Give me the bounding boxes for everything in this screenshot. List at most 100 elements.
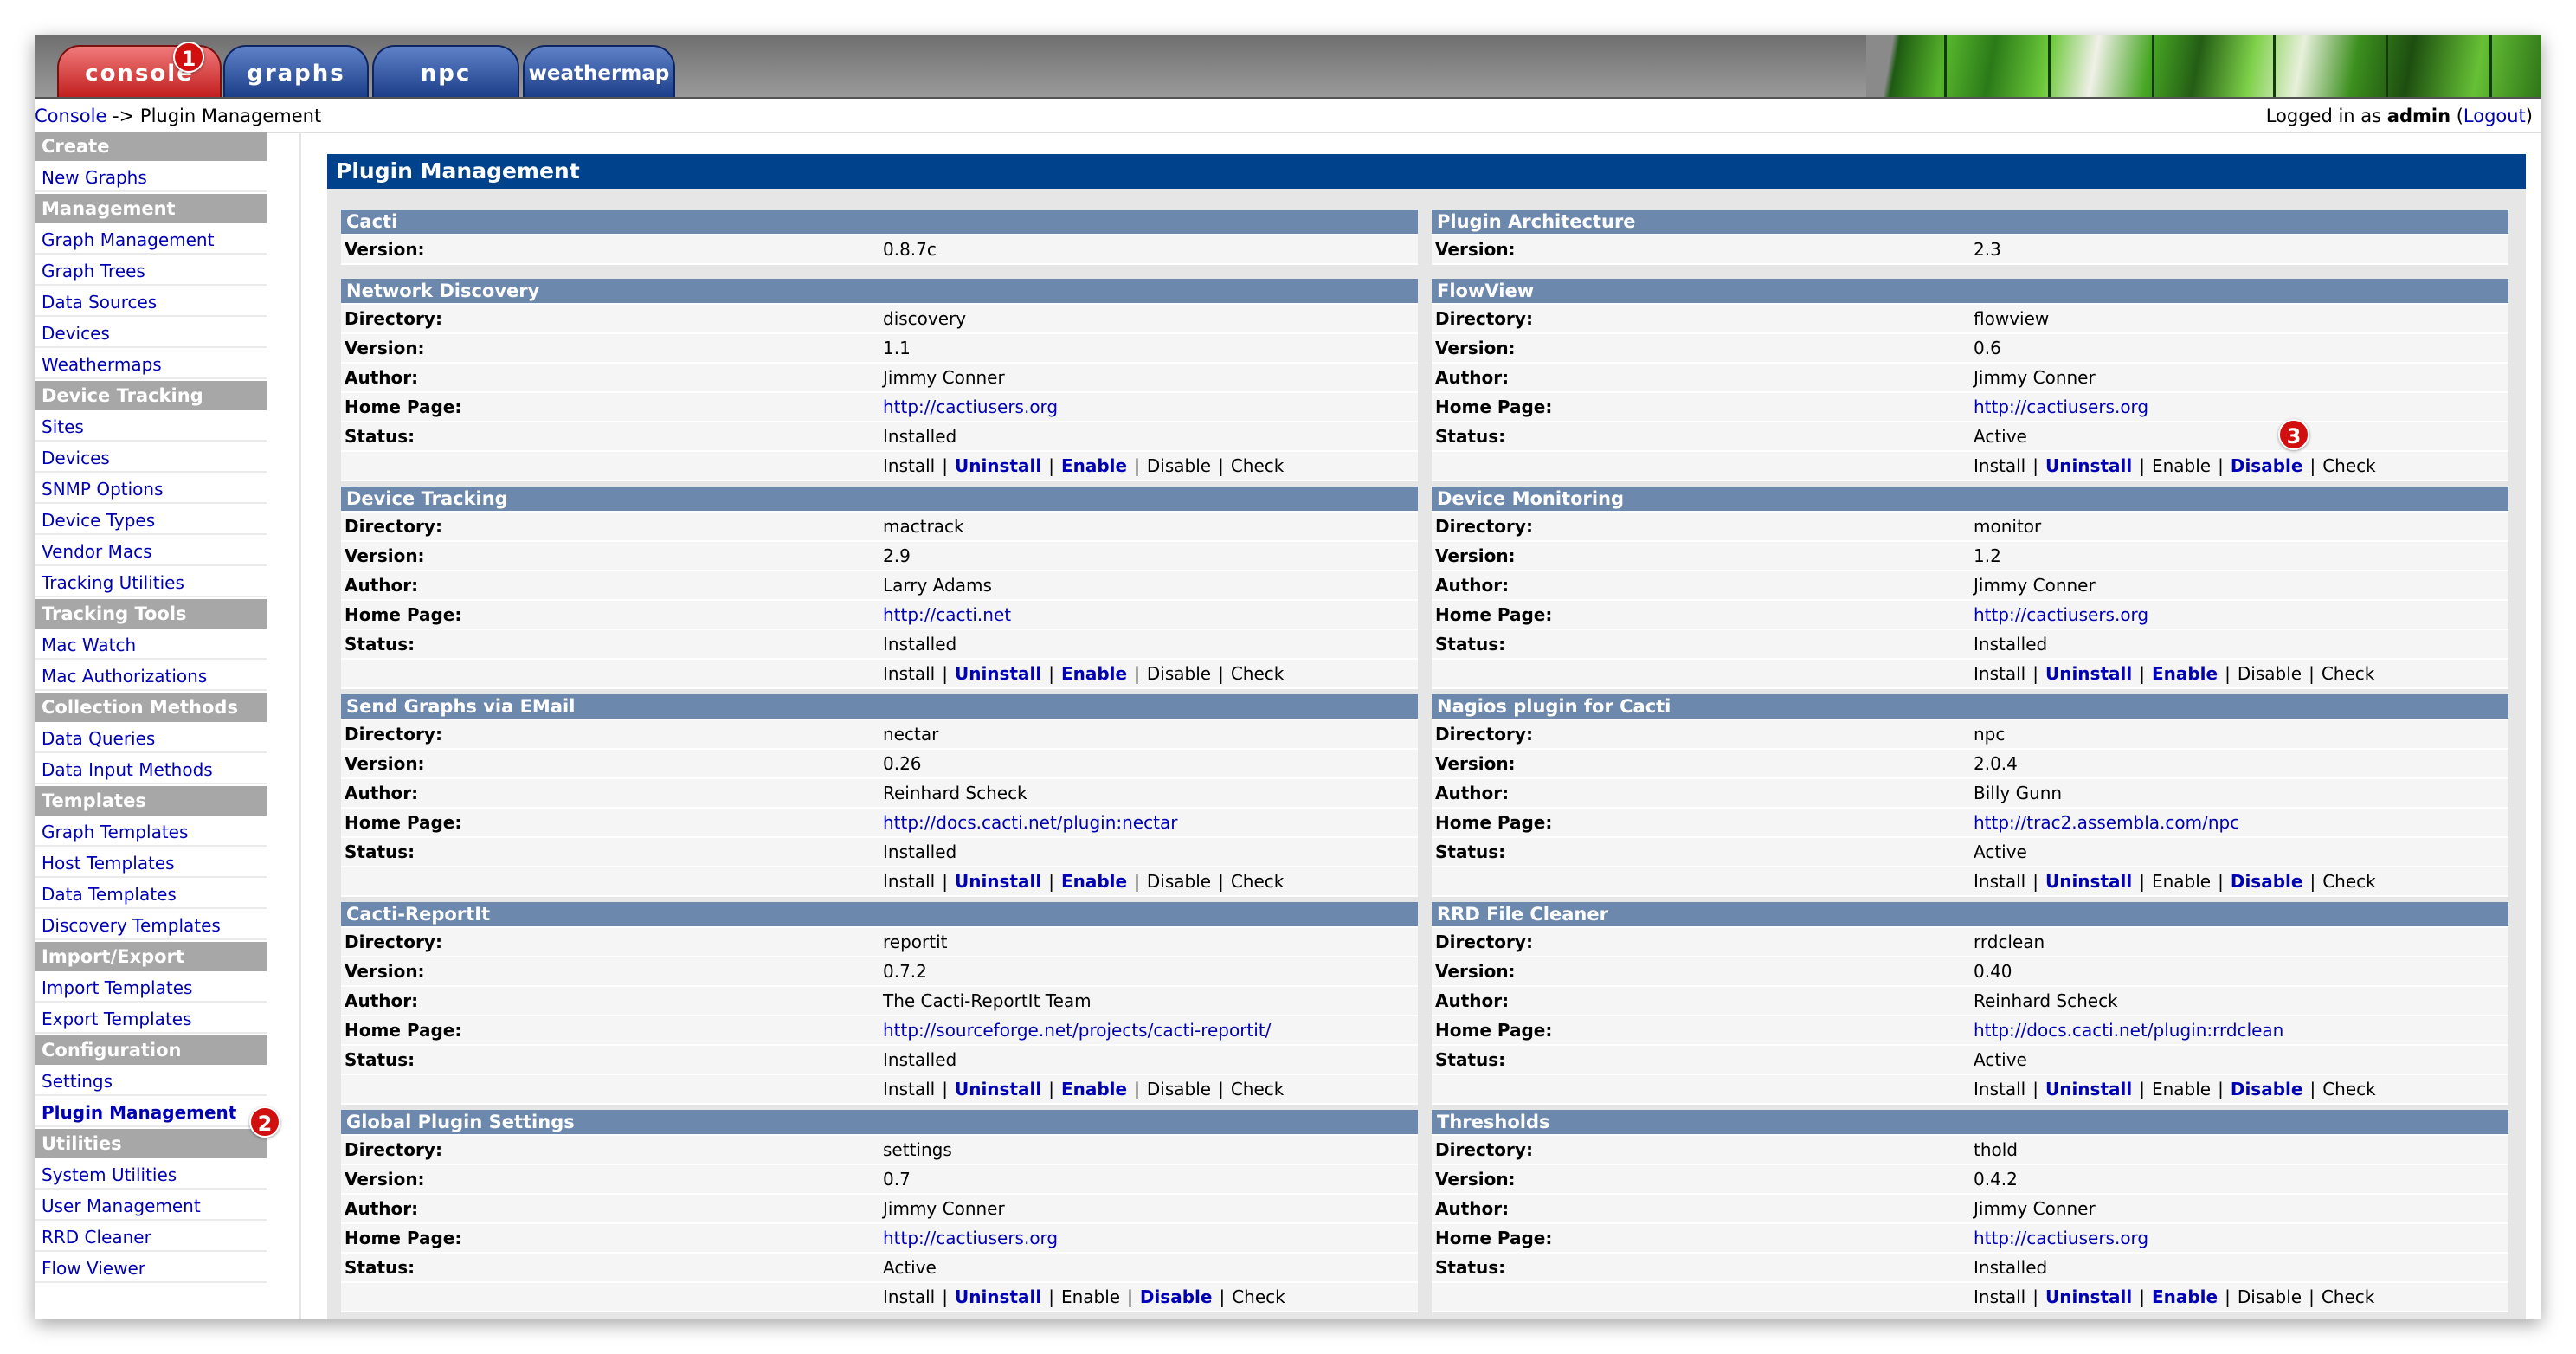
sidebar-item-settings[interactable]: Settings	[35, 1067, 267, 1096]
enable-link[interactable]: Enable	[2152, 663, 2218, 684]
action-separator: |	[2309, 455, 2316, 476]
sidebar-item-user-management[interactable]: User Management	[35, 1191, 267, 1221]
uninstall-link[interactable]: Uninstall	[2045, 1286, 2132, 1307]
disable-link[interactable]: Disable	[2231, 1079, 2303, 1099]
enable-link[interactable]: Enable	[1061, 663, 1127, 684]
homepage-link[interactable]: http://docs.cacti.net/plugin:nectar	[883, 809, 1177, 836]
plugin-actions: Install | Uninstall | Enable | Disable | Check	[883, 867, 1284, 895]
homepage-link[interactable]: http://cactiusers.org	[883, 1224, 1058, 1252]
detail-row: Status: Installed	[341, 630, 1418, 660]
sidebar-item-import-templates[interactable]: Import Templates	[35, 973, 267, 1003]
author-value: Larry Adams	[883, 575, 992, 596]
homepage-link[interactable]: http://cactiusers.org	[1974, 1224, 2148, 1252]
sidebar-item-devices[interactable]: Devices	[35, 319, 267, 348]
homepage-link[interactable]: http://cactiusers.org	[1974, 393, 2148, 421]
sidebar-item-data-queries[interactable]: Data Queries	[35, 724, 267, 753]
plugin-actions: Install | Uninstall | Enable | Disable | Check	[883, 660, 1284, 687]
homepage-link[interactable]: http://trac2.assembla.com/npc	[1974, 809, 2239, 836]
sidebar-item-plugin-management[interactable]: Plugin Management	[35, 1098, 267, 1127]
enable-text: Enable	[1060, 1286, 1121, 1307]
sidebar-item-tracking-utilities[interactable]: Tracking Utilities	[35, 568, 267, 597]
sidebar-item-weathermaps[interactable]: Weathermaps	[35, 350, 267, 379]
uninstall-link[interactable]: Uninstall	[955, 1079, 1041, 1099]
sidebar-item-export-templates[interactable]: Export Templates	[35, 1004, 267, 1034]
action-separator: |	[1134, 455, 1140, 476]
breadcrumb-current: Plugin Management	[139, 106, 322, 126]
uninstall-link[interactable]: Uninstall	[955, 455, 1041, 476]
uninstall-link[interactable]: Uninstall	[955, 1286, 1041, 1307]
tab-weathermap[interactable]: weathermap	[523, 45, 675, 97]
homepage-link[interactable]: http://cactiusers.org	[1974, 601, 2148, 629]
sidebar-header-collection-methods: Collection Methods	[35, 693, 267, 722]
enable-text: Enable	[2151, 1079, 2212, 1099]
disable-link[interactable]: Disable	[2231, 871, 2303, 892]
action-separator: |	[2218, 455, 2224, 476]
sidebar-header-configuration: Configuration	[35, 1035, 267, 1065]
detail-row: Author: Jimmy Conner	[1432, 1195, 2508, 1224]
sidebar-item-sites[interactable]: Sites	[35, 412, 267, 442]
sidebar-item-mac-authorizations[interactable]: Mac Authorizations	[35, 661, 267, 691]
enable-link[interactable]: Enable	[1061, 1079, 1127, 1099]
plugin-card-global-plugin-settings: Global Plugin Settings Directory: settings…	[341, 1110, 1418, 1312]
version-label: Version:	[1435, 753, 1516, 774]
sidebar-item-mac-watch[interactable]: Mac Watch	[35, 630, 267, 660]
author-value: The Cacti-ReportIt Team	[883, 990, 1092, 1011]
directory-value: mactrack	[883, 516, 964, 537]
version-label: Version:	[345, 545, 425, 566]
enable-link[interactable]: Enable	[1061, 871, 1127, 892]
homepage-link[interactable]: http://cacti.net	[883, 601, 1011, 629]
detail-row: Status: Installed	[341, 838, 1418, 867]
sidebar-item-host-templates[interactable]: Host Templates	[35, 848, 267, 878]
action-separator: |	[1048, 663, 1054, 684]
breadcrumb-console-link[interactable]: Console	[35, 106, 106, 126]
sidebar-item-vendor-macs[interactable]: Vendor Macs	[35, 537, 267, 566]
sidebar-item-system-utilities[interactable]: System Utilities	[35, 1160, 267, 1190]
sidebar-item-new-graphs[interactable]: New Graphs	[35, 163, 267, 192]
directory-label: Directory:	[345, 308, 442, 329]
tab-graphs[interactable]: graphs	[223, 45, 369, 97]
sidebar-item-data-input-methods[interactable]: Data Input Methods	[35, 755, 267, 784]
detail-row: Directory: settings	[341, 1136, 1418, 1165]
sidebar-item-device-types[interactable]: Device Types	[35, 506, 267, 535]
enable-link[interactable]: Enable	[1061, 455, 1127, 476]
sidebar-item-discovery-templates[interactable]: Discovery Templates	[35, 911, 267, 940]
detail-row: Author: Jimmy Conner	[1432, 364, 2508, 393]
plugin-actions: Install | Uninstall | Enable | Disable | Check	[1974, 452, 2376, 480]
tab-npc[interactable]: npc	[372, 45, 519, 97]
directory-value: thold	[1974, 1139, 2019, 1160]
sidebar-item-graph-management[interactable]: Graph Management	[35, 225, 267, 255]
version-value: 1.1	[883, 338, 911, 358]
card-title: Plugin Architecture	[1432, 210, 2508, 235]
homepage-link[interactable]: http://docs.cacti.net/plugin:rrdclean	[1974, 1016, 2283, 1044]
uninstall-link[interactable]: Uninstall	[2045, 1079, 2132, 1099]
sidebar-item-data-templates[interactable]: Data Templates	[35, 880, 267, 909]
sidebar-item-data-sources[interactable]: Data Sources	[35, 287, 267, 317]
uninstall-link[interactable]: Uninstall	[2045, 871, 2132, 892]
sidebar-item-flow-viewer[interactable]: Flow Viewer	[35, 1254, 267, 1283]
enable-link[interactable]: Enable	[2152, 1286, 2218, 1307]
plugin-card-flowview: FlowView Directory: flowview Version: 0.6 Aut…	[1432, 279, 2508, 481]
uninstall-link[interactable]: Uninstall	[955, 871, 1041, 892]
sidebar-item-devices[interactable]: Devices	[35, 443, 267, 473]
homepage-link[interactable]: http://cactiusers.org	[883, 393, 1058, 421]
version-value: 0.7	[883, 1169, 911, 1190]
annotation-badge-2: 2	[249, 1106, 280, 1138]
uninstall-link[interactable]: Uninstall	[2045, 663, 2132, 684]
disable-link[interactable]: Disable	[2231, 455, 2303, 476]
uninstall-link[interactable]: Uninstall	[955, 663, 1041, 684]
version-value: 2.9	[883, 545, 911, 566]
uninstall-link[interactable]: Uninstall	[2045, 455, 2132, 476]
version-value: 0.6	[1974, 338, 2001, 358]
sidebar-item-snmp-options[interactable]: SNMP Options	[35, 474, 267, 504]
homepage-link[interactable]: http://sourceforge.net/projects/cacti-re…	[883, 1016, 1271, 1044]
logout-link[interactable]: Logout	[2463, 106, 2526, 126]
sidebar-item-graph-templates[interactable]: Graph Templates	[35, 817, 267, 847]
directory-value: monitor	[1974, 516, 2042, 537]
plugin-actions-row: Install | Uninstall | Enable | Disable | Check	[341, 1283, 1418, 1312]
sidebar-item-graph-trees[interactable]: Graph Trees	[35, 256, 267, 286]
disable-link[interactable]: Disable	[1140, 1286, 1213, 1307]
action-separator: |	[2032, 1079, 2038, 1099]
check-text: Check	[2321, 1286, 2375, 1307]
sidebar-item-rrd-cleaner[interactable]: RRD Cleaner	[35, 1222, 267, 1252]
detail-row: Status: Active	[1432, 422, 2508, 452]
